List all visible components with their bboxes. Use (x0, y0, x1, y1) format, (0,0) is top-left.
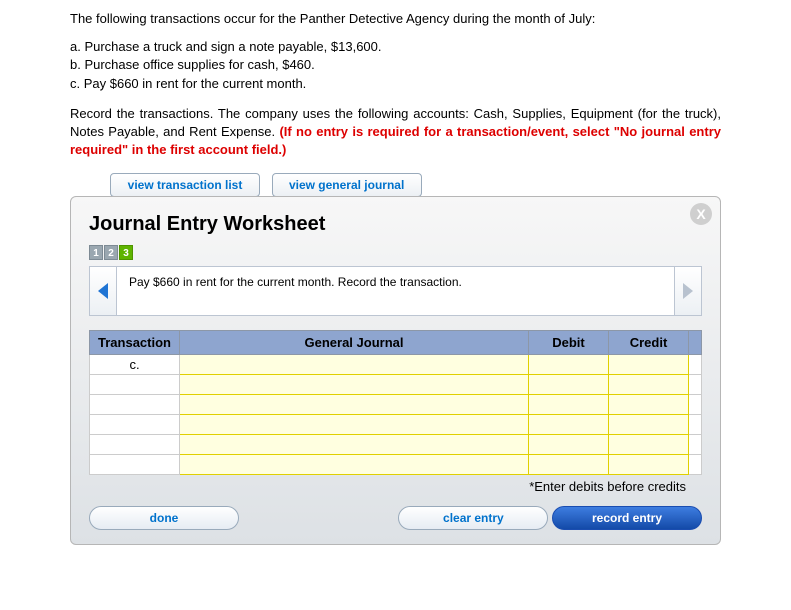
cell-account-input[interactable] (180, 415, 529, 435)
step-1[interactable]: 1 (89, 245, 103, 260)
cell-debit-input[interactable] (529, 435, 609, 455)
worksheet-title: Journal Entry Worksheet (89, 213, 702, 236)
table-row (90, 375, 702, 395)
cell-spacer (689, 455, 702, 475)
cell-account-input[interactable] (180, 435, 529, 455)
record-entry-button[interactable]: record entry (552, 506, 702, 530)
cell-debit-input[interactable] (529, 455, 609, 475)
item-a: a. Purchase a truck and sign a note paya… (70, 38, 721, 56)
table-row (90, 395, 702, 415)
cell-spacer (689, 415, 702, 435)
cell-account-input[interactable] (180, 455, 529, 475)
journal-table: Transaction General Journal Debit Credit… (89, 330, 702, 475)
step-3[interactable]: 3 (119, 245, 133, 260)
table-row: c. (90, 355, 702, 375)
debits-before-credits-note: *Enter debits before credits (89, 479, 702, 494)
header-transaction: Transaction (90, 331, 180, 355)
view-general-journal-button[interactable]: view general journal (272, 173, 422, 197)
cell-credit-input[interactable] (609, 355, 689, 375)
cell-account-input[interactable] (180, 355, 529, 375)
cell-spacer (689, 355, 702, 375)
cell-trans-label (90, 435, 180, 455)
close-icon[interactable]: X (690, 203, 712, 225)
cell-spacer (689, 395, 702, 415)
cell-trans-label: c. (90, 355, 180, 375)
instr-lead: Record the transactions. (70, 106, 218, 121)
cell-trans-label (90, 415, 180, 435)
cell-spacer (689, 375, 702, 395)
table-row (90, 455, 702, 475)
item-b: b. Purchase office supplies for cash, $4… (70, 56, 721, 74)
cell-credit-input[interactable] (609, 455, 689, 475)
header-credit: Credit (609, 331, 689, 355)
header-debit: Debit (529, 331, 609, 355)
next-arrow-button[interactable] (674, 266, 702, 316)
done-button[interactable]: done (89, 506, 239, 530)
chevron-right-icon (681, 282, 695, 300)
cell-trans-label (90, 375, 180, 395)
view-transaction-list-button[interactable]: view transaction list (110, 173, 260, 197)
item-c: c. Pay $660 in rent for the current mont… (70, 75, 721, 93)
step-indicator: 123 (89, 244, 702, 260)
table-row (90, 415, 702, 435)
prev-arrow-button[interactable] (89, 266, 117, 316)
header-general-journal: General Journal (180, 331, 529, 355)
cell-trans-label (90, 395, 180, 415)
cell-credit-input[interactable] (609, 395, 689, 415)
cell-debit-input[interactable] (529, 355, 609, 375)
cell-spacer (689, 435, 702, 455)
step-2[interactable]: 2 (104, 245, 118, 260)
cell-trans-label (90, 455, 180, 475)
cell-credit-input[interactable] (609, 415, 689, 435)
cell-debit-input[interactable] (529, 375, 609, 395)
header-spacer (689, 331, 702, 355)
cell-credit-input[interactable] (609, 375, 689, 395)
cell-debit-input[interactable] (529, 415, 609, 435)
worksheet-panel: X Journal Entry Worksheet 123 Pay $660 i… (70, 196, 721, 545)
cell-account-input[interactable] (180, 375, 529, 395)
intro-text: The following transactions occur for the… (70, 10, 721, 28)
table-row (90, 435, 702, 455)
chevron-left-icon (96, 282, 110, 300)
cell-credit-input[interactable] (609, 435, 689, 455)
clear-entry-button[interactable]: clear entry (398, 506, 548, 530)
transaction-prompt: Pay $660 in rent for the current month. … (117, 266, 674, 316)
cell-debit-input[interactable] (529, 395, 609, 415)
cell-account-input[interactable] (180, 395, 529, 415)
